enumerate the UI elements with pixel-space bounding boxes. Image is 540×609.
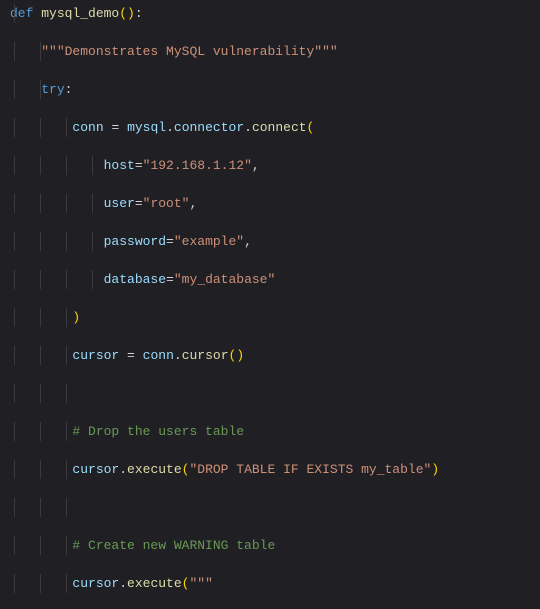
code-line [0, 498, 540, 517]
code-line: ) [0, 308, 540, 327]
code-line: password="example", [0, 232, 540, 251]
code-line: # Create new WARNING table [0, 536, 540, 555]
code-line: try: [0, 80, 540, 99]
code-line: host="192.168.1.12", [0, 156, 540, 175]
code-line: cursor.execute(""" [0, 574, 540, 593]
code-line: def mysql_demo(): [0, 4, 540, 23]
code-line: # Drop the users table [0, 422, 540, 441]
code-line [0, 384, 540, 403]
code-line: """Demonstrates MySQL vulnerability""" [0, 42, 540, 61]
code-line: cursor = conn.cursor() [0, 346, 540, 365]
code-editor: def mysql_demo(): """Demonstrates MySQL … [0, 0, 540, 609]
code-line: user="root", [0, 194, 540, 213]
code-line: cursor.execute("DROP TABLE IF EXISTS my_… [0, 460, 540, 479]
code-line: conn = mysql.connector.connect( [0, 118, 540, 137]
code-line: database="my_database" [0, 270, 540, 289]
